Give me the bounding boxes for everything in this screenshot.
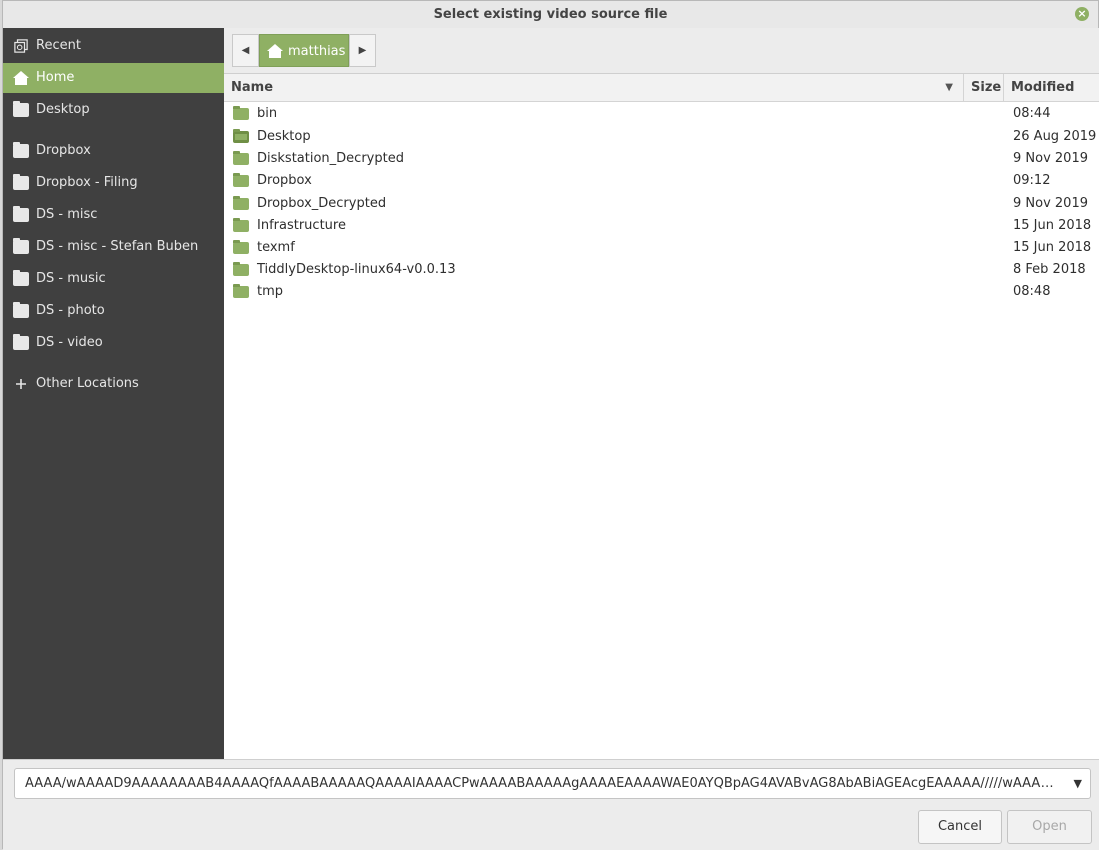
sidebar-item-label: Dropbox - Filing xyxy=(36,175,138,190)
folder-icon xyxy=(13,238,29,254)
back-button[interactable]: ◀ xyxy=(232,34,259,67)
file-modified: 15 Jun 2018 xyxy=(1013,240,1092,255)
sidebar-item-ds-photo[interactable]: DS - photo xyxy=(3,296,224,326)
sidebar-item-ds-video[interactable]: DS - video xyxy=(3,328,224,358)
titlebar: Select existing video source file × xyxy=(3,1,1098,28)
file-modified: 08:48 xyxy=(1013,284,1051,299)
table-row[interactable]: Dropbox 09:12 xyxy=(224,170,1099,192)
sidebar-item-label: DS - misc xyxy=(36,207,98,222)
sidebar-item-label: Home xyxy=(36,70,75,85)
table-row[interactable]: Desktop 26 Aug 2019 xyxy=(224,126,1099,148)
column-header-modified[interactable]: Modified xyxy=(1004,74,1099,102)
desktop-icon xyxy=(13,101,29,117)
chevron-right-icon: ▶ xyxy=(358,45,367,56)
folder-icon xyxy=(13,334,29,350)
folder-icon xyxy=(233,284,249,298)
folder-icon xyxy=(233,106,249,120)
file-modified: 26 Aug 2019 xyxy=(1013,129,1097,144)
sidebar-item-dropbox-filing[interactable]: Dropbox - Filing xyxy=(3,168,224,198)
folder-icon xyxy=(233,262,249,276)
file-chooser-dialog: Select existing video source file × Rece… xyxy=(2,0,1099,850)
file-modified: 9 Nov 2019 xyxy=(1013,151,1088,166)
open-button[interactable]: Open xyxy=(1007,810,1092,844)
file-list: Name ▼ Size Modified bin 08:44 Desktop 2… xyxy=(224,73,1099,759)
path-label: matthias xyxy=(288,44,346,59)
folder-icon xyxy=(233,196,249,210)
folder-icon xyxy=(233,151,249,165)
sidebar-item-label: Other Locations xyxy=(36,376,139,391)
sidebar-item-label: DS - music xyxy=(36,271,106,286)
folder-icon xyxy=(233,173,249,187)
table-row[interactable]: tmp 08:48 xyxy=(224,281,1099,303)
sort-down-icon: ▼ xyxy=(945,82,953,93)
sidebar-item-ds-misc-stefan-buben[interactable]: DS - misc - Stefan Buben xyxy=(3,232,224,262)
file-modified: 9 Nov 2019 xyxy=(1013,196,1088,211)
sidebar-item-label: Desktop xyxy=(36,102,90,117)
plus-icon xyxy=(16,379,26,389)
sidebar-item-label: Dropbox xyxy=(36,143,91,158)
folder-icon xyxy=(13,206,29,222)
file-name: texmf xyxy=(257,240,295,255)
sidebar-item-dropbox[interactable]: Dropbox xyxy=(3,136,224,166)
file-name: Dropbox xyxy=(257,173,312,188)
close-icon[interactable]: × xyxy=(1075,7,1089,21)
main-area: ◀ matthias ▶ Name ▼ Size Modified bin 08… xyxy=(224,28,1099,759)
bottom-bar: AAAA/wAAAAD9AAAAAAAAB4AAAAQfAAAABAAAAAQA… xyxy=(3,759,1099,850)
table-row[interactable]: TiddlyDesktop-linux64-v0.0.13 8 Feb 2018 xyxy=(224,259,1099,281)
cancel-button[interactable]: Cancel xyxy=(918,810,1002,844)
chevron-left-icon: ◀ xyxy=(241,45,250,56)
sidebar-item-label: DS - photo xyxy=(36,303,105,318)
file-modified: 09:12 xyxy=(1013,173,1051,188)
sidebar-item-home[interactable]: Home xyxy=(3,63,224,93)
places-sidebar: Recent Home Desktop Dropbox Dropbox - Fi… xyxy=(3,28,224,759)
forward-button[interactable]: ▶ xyxy=(349,34,376,67)
folder-icon xyxy=(13,270,29,286)
file-name: tmp xyxy=(257,284,284,299)
sidebar-item-label: DS - misc - Stefan Buben xyxy=(36,239,199,254)
sidebar-item-label: Recent xyxy=(36,38,81,53)
file-modified: 08:44 xyxy=(1013,106,1051,121)
file-name: bin xyxy=(257,106,278,121)
table-row[interactable]: bin 08:44 xyxy=(224,103,1099,125)
file-name: TiddlyDesktop-linux64-v0.0.13 xyxy=(257,262,456,277)
file-modified: 15 Jun 2018 xyxy=(1013,218,1092,233)
desktop-folder-icon xyxy=(233,129,249,143)
folder-icon xyxy=(233,218,249,232)
column-header-size[interactable]: Size xyxy=(964,74,1004,102)
recent-icon xyxy=(14,39,28,53)
sidebar-item-label: DS - video xyxy=(36,335,103,350)
dialog-title: Select existing video source file xyxy=(433,7,668,22)
chevron-down-icon: ▼ xyxy=(1073,777,1082,790)
file-name: Diskstation_Decrypted xyxy=(257,151,404,166)
file-name: Infrastructure xyxy=(257,218,346,233)
sidebar-item-ds-music[interactable]: DS - music xyxy=(3,264,224,294)
column-header-name[interactable]: Name ▼ xyxy=(224,74,964,102)
folder-icon xyxy=(233,240,249,254)
home-icon xyxy=(267,44,283,58)
table-row[interactable]: texmf 15 Jun 2018 xyxy=(224,237,1099,259)
sidebar-item-ds-misc[interactable]: DS - misc xyxy=(3,200,224,230)
folder-icon xyxy=(13,142,29,158)
sidebar-item-other-locations[interactable]: Other Locations xyxy=(3,369,224,399)
file-name: Desktop xyxy=(257,129,311,144)
filter-value: AAAA/wAAAAD9AAAAAAAAB4AAAAQfAAAABAAAAAQA… xyxy=(25,776,1055,791)
file-name: Dropbox_Decrypted xyxy=(257,196,387,211)
table-row[interactable]: Infrastructure 15 Jun 2018 xyxy=(224,215,1099,237)
folder-icon xyxy=(13,174,29,190)
table-row[interactable]: Diskstation_Decrypted 9 Nov 2019 xyxy=(224,148,1099,170)
file-modified: 8 Feb 2018 xyxy=(1013,262,1086,277)
folder-icon xyxy=(13,302,29,318)
home-icon xyxy=(13,71,29,85)
filter-combo[interactable]: AAAA/wAAAAD9AAAAAAAAB4AAAAQfAAAABAAAAAQA… xyxy=(14,768,1091,799)
table-row[interactable]: Dropbox_Decrypted 9 Nov 2019 xyxy=(224,193,1099,215)
sidebar-item-desktop[interactable]: Desktop xyxy=(3,95,224,125)
sidebar-item-recent[interactable]: Recent xyxy=(3,31,224,61)
path-button-home[interactable]: matthias xyxy=(259,34,349,67)
